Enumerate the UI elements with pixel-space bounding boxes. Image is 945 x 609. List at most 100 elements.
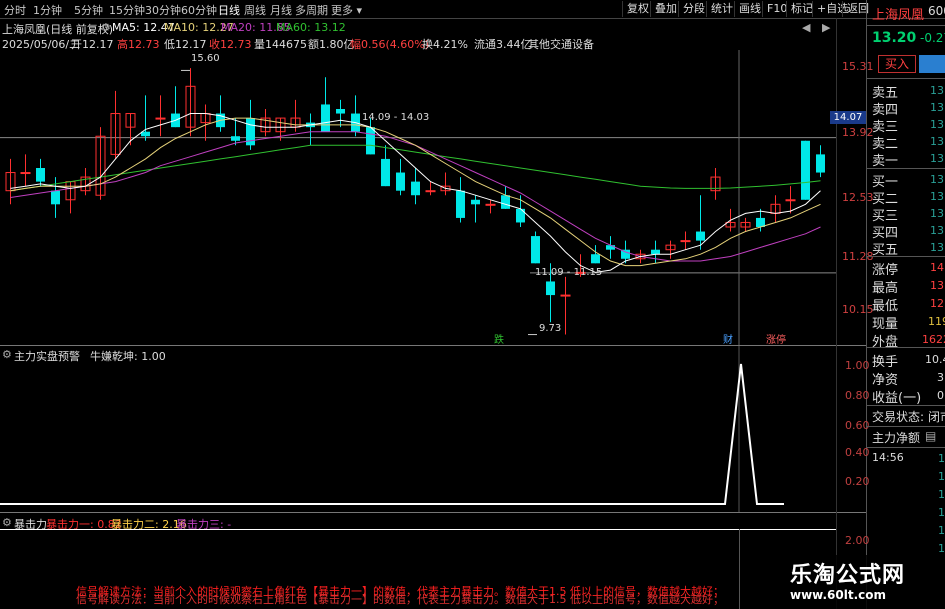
tick-row: 1 [938,488,945,501]
period-tab-monthly[interactable]: 月线 [270,2,292,18]
candle-body [785,199,796,202]
candle-body [680,240,691,243]
chevron-down-icon: ▾ [353,4,363,17]
button-huaxian[interactable]: 画线 [734,1,765,17]
candle-body [411,181,420,196]
tick-row: 1 [938,506,945,519]
tick-row: 1 [938,542,945,555]
candle-body [36,168,45,182]
period-tab-fenshi[interactable]: 分时 [4,2,26,18]
candle-body [471,199,480,205]
grid-icon[interactable]: ▤ [925,429,936,443]
tag-cai: 财 [723,335,733,346]
tick-row: 1 [938,470,945,483]
price-axis-label: 13.92 [842,126,874,139]
candle-body [516,208,525,223]
main-net-label: 主力净额 [872,431,921,445]
candle-body [606,245,615,250]
tag-die: 跌 [494,335,504,346]
candle-body [366,127,375,155]
period-tab-1min[interactable]: 1分钟 [33,2,62,18]
high-price-label: 15.60 [191,53,220,64]
bottom-baseline [0,529,836,530]
stat-label-zhangting: 涨停 [872,263,899,278]
more-label: 更多 [331,4,353,17]
ma60-value: MA60: 13.12 [276,21,346,34]
rp-divider [866,168,945,169]
candle-body [801,140,810,200]
period-tab-60min[interactable]: 60分钟 [181,2,217,18]
chart-close-icon[interactable]: ◀ [802,21,810,34]
tag-zhangting: 涨停 [766,335,786,346]
ask-price-2: 13 [930,135,944,148]
ask-price-5: 13 [930,84,944,97]
axis-divider [836,18,837,609]
sell-button[interactable] [919,55,945,73]
candlestick-chart [0,50,836,345]
candle-body [696,231,705,241]
period-tab-5min[interactable]: 5分钟 [74,2,103,18]
rp-divider [866,447,945,448]
bottom-settings-icon[interactable]: ⚙ [2,516,12,529]
tick-row: 1 [938,452,945,465]
current-price: 13.20 [872,30,917,46]
buy-button[interactable]: 买入 [878,55,916,73]
watermark-name: 乐淘公式网 [790,563,906,588]
settings-icon[interactable]: ⚙ [101,21,111,34]
price-axis-label: 10.15 [842,303,874,316]
bottom-axis-label: 2.00 [845,534,870,547]
candle-body [560,294,571,297]
period-tab-30min[interactable]: 30分钟 [145,2,181,18]
watermark-url: www.60lt.com [790,588,887,602]
candle-body [651,249,660,255]
trade-status-label: 交易状态: [872,410,925,424]
candle-body [816,154,825,173]
tick-row: 1 [938,524,945,537]
candle-body [546,281,555,296]
panel-divider-2 [0,512,866,513]
stat-label-low: 最低 [872,299,899,314]
button-tongji[interactable]: 统计 [706,1,737,17]
stat-label-turnover: 换手 [872,355,899,370]
indicator-chart [0,346,784,512]
stat-label-netasset: 净资 [872,373,899,388]
ask-price-4: 13 [930,101,944,114]
ask-price-3: 13 [930,118,944,131]
stat-value-low: 12 [930,297,944,310]
indicator-axis-label: 1.00 [845,359,870,372]
period-tab-daily[interactable]: 日线 [218,2,240,18]
candle-body [591,254,600,264]
period-tab-multi[interactable]: 多周期 [295,2,328,18]
candle-body [396,172,405,191]
period-tab-weekly[interactable]: 周线 [244,2,266,18]
stat-value-volume-now: 119 [928,315,945,328]
period-tab-15min[interactable]: 15分钟 [109,2,145,18]
price-change: -0.27 [920,31,945,45]
chart-expand-icon[interactable]: ▶ [822,21,830,34]
bid-price-5: 13 [930,241,944,254]
candle-body [231,136,240,141]
chart-title: 上海凤凰(日线 前复权) [2,23,114,36]
button-fuquan[interactable]: 复权 [622,1,653,17]
stock-code: 600 [928,4,945,18]
stock-name: 上海凤凰 [872,8,925,23]
indicator-signal-line [0,363,784,505]
button-fenduan[interactable]: 分段 [678,1,709,17]
button-back[interactable]: 返回 [842,1,873,17]
button-diejia[interactable]: 叠加 [650,1,681,17]
stat-label-earnings: 收益(一) [872,391,922,406]
price-axis-label: 15.31 [842,60,874,73]
bid-price-4: 13 [930,224,944,237]
stat-value-earnings: 0 [937,389,944,402]
stat-value-netasset: 3 [937,371,944,384]
ask-price-1: 13 [930,152,944,165]
rp-divider [866,426,945,427]
stat-value-outer: 1622 [922,333,945,346]
stat-label-high: 最高 [872,281,899,296]
watermark-logo: 乐淘公式网 www.60lt.com [760,555,945,609]
ask-level-1: 卖一 [872,154,899,169]
candle-body [321,104,330,132]
rp-divider [866,78,945,79]
period-tab-more[interactable]: 更多 ▾ [331,2,362,18]
stat-value-turnover: 10.4 [925,353,945,366]
